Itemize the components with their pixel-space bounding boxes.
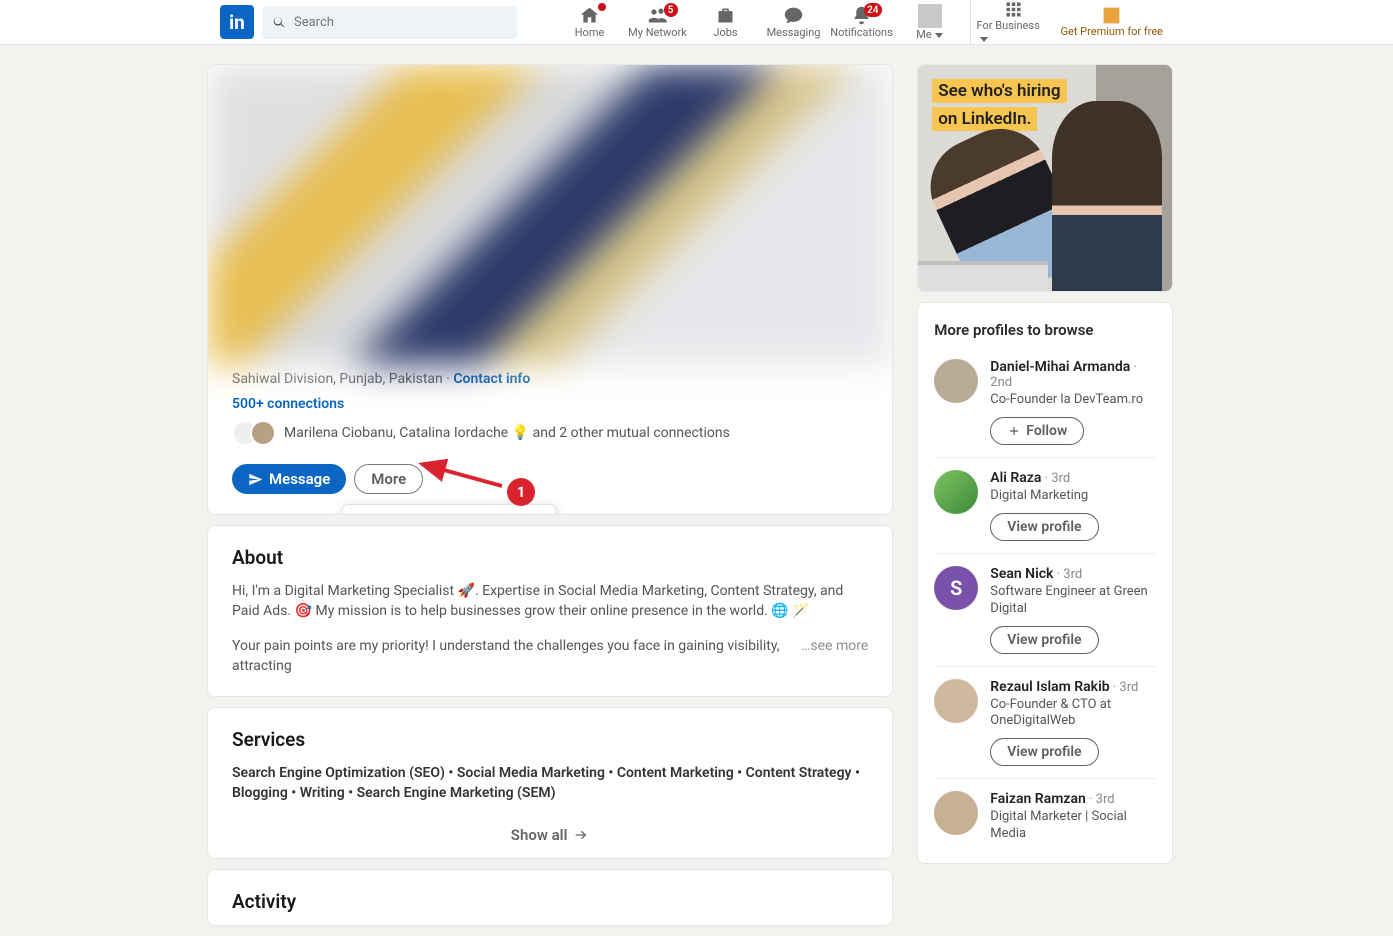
avatar[interactable] — [934, 679, 978, 723]
nav-notifications[interactable]: 24 Notifications — [828, 0, 896, 44]
section-title: Activity — [232, 890, 868, 913]
nav-network[interactable]: 5 My Network — [624, 0, 692, 44]
send-icon — [248, 472, 263, 487]
grid-icon — [1003, 0, 1024, 20]
mutual-avatars — [232, 420, 276, 446]
nav-label: Jobs — [713, 26, 737, 39]
home-icon — [579, 5, 600, 26]
search-box[interactable] — [262, 6, 517, 39]
profile-degree: · 3rd — [1089, 792, 1115, 807]
profile-headline: Digital Marketer | Social Media — [990, 809, 1156, 843]
profile-suggestion: Daniel-Mihai Armanda · 2nd Co-Founder la… — [934, 347, 1156, 458]
sidebar-ad[interactable]: See who's hiring on LinkedIn. — [917, 64, 1173, 292]
nav-label: For Business — [977, 19, 1051, 45]
premium-icon — [1101, 5, 1122, 26]
premium-link[interactable]: Get Premium for free — [1061, 25, 1163, 39]
nav-jobs[interactable]: Jobs — [692, 0, 760, 44]
connections-link[interactable]: 500+ connections — [232, 396, 344, 412]
notifications-badge: 24 — [864, 3, 881, 17]
mutual-connections[interactable]: Marilena Ciobanu, Catalina Iordache 💡 an… — [232, 420, 868, 446]
profile-name[interactable]: Ali Raza — [990, 470, 1041, 486]
profile-headline: Software Engineer at Green Digital — [990, 584, 1156, 618]
more-send-profile[interactable]: Send profile in a message — [343, 511, 555, 515]
nav-messaging[interactable]: Messaging — [760, 0, 828, 44]
profile-headline: Co-Founder & CTO at OneDigitalWeb — [990, 697, 1156, 731]
annotation-arrow-1 — [412, 446, 512, 496]
search-icon — [272, 15, 286, 29]
more-profiles-card: More profiles to browse Daniel-Mihai Arm… — [917, 302, 1173, 864]
profile-name[interactable]: Daniel-Mihai Armanda — [990, 359, 1130, 375]
linkedin-logo[interactable]: in — [220, 5, 254, 39]
profile-name[interactable]: Sean Nick — [990, 566, 1053, 582]
profile-suggestion: Faizan Ramzan · 3rd Digital Marketer | S… — [934, 779, 1156, 855]
about-text-2: Your pain points are my priority! I unde… — [232, 636, 868, 677]
profile-headline: Digital Marketing — [990, 488, 1098, 505]
avatar[interactable] — [934, 359, 978, 403]
ad-line-1: See who's hiring — [932, 79, 1066, 103]
primary-nav: Home 5 My Network Jobs Messaging 24 Noti… — [556, 0, 1173, 44]
profile-degree: · 3rd — [1045, 471, 1071, 486]
show-all-services[interactable]: Show all — [208, 812, 892, 858]
me-avatar-icon — [918, 4, 942, 28]
nav-label: Messaging — [767, 26, 821, 39]
avatar — [250, 420, 276, 446]
profile-headline: Co-Founder la DevTeam.ro — [990, 392, 1156, 409]
profile-suggestion: Ali Raza · 3rd Digital Marketing View pr… — [934, 458, 1156, 554]
profile-degree: · 3rd — [1113, 680, 1139, 695]
arrow-right-icon — [573, 827, 589, 843]
briefcase-icon — [715, 5, 736, 26]
activity-card: Activity — [207, 869, 893, 926]
follow-button[interactable]: Follow — [990, 417, 1084, 445]
network-badge: 5 — [664, 3, 678, 17]
services-card: Services Search Engine Optimization (SEO… — [207, 707, 893, 859]
mutual-text: Marilena Ciobanu, Catalina Iordache 💡 an… — [284, 425, 730, 441]
nav-label: Home — [575, 26, 605, 39]
see-more-link[interactable]: …see more — [801, 636, 868, 677]
nav-me[interactable]: Me — [896, 0, 964, 44]
profile-actions: Message More 1 Send profile in a message — [232, 464, 868, 494]
search-input[interactable] — [294, 15, 507, 30]
ad-figure — [1052, 101, 1162, 291]
profile-name[interactable]: Rezaul Islam Rakib — [990, 679, 1109, 695]
annotation-step-1: 1 — [507, 478, 535, 506]
view-profile-button[interactable]: View profile — [990, 513, 1098, 541]
nav-label: My Network — [628, 26, 687, 39]
section-title: About — [232, 546, 868, 569]
ad-laptop — [918, 261, 1048, 291]
avatar[interactable] — [934, 791, 978, 835]
profile-suggestion: Rezaul Islam Rakib · 3rd Co-Founder & CT… — [934, 667, 1156, 780]
chat-icon — [783, 5, 804, 26]
services-text: Search Engine Optimization (SEO) • Socia… — [232, 763, 868, 804]
avatar[interactable]: S — [934, 566, 978, 610]
view-profile-button[interactable]: View profile — [990, 626, 1098, 654]
nav-premium[interactable]: Get Premium for free — [1051, 0, 1173, 44]
chevron-down-icon — [935, 33, 943, 38]
cover-photo — [208, 65, 892, 365]
nav-home[interactable]: Home — [556, 0, 624, 44]
profile-card: Sahiwal Division, Punjab, Pakistan · Con… — [207, 64, 893, 515]
message-button[interactable]: Message — [232, 464, 346, 494]
profile-degree: · 3rd — [1057, 567, 1083, 582]
nav-business[interactable]: For Business — [977, 0, 1051, 44]
profile-suggestion: S Sean Nick · 3rd Software Engineer at G… — [934, 554, 1156, 667]
view-profile-button[interactable]: View profile — [990, 738, 1098, 766]
chevron-down-icon — [980, 37, 988, 42]
nav-divider — [970, 0, 971, 44]
plus-icon — [1007, 424, 1021, 438]
contact-info-link[interactable]: Contact info — [453, 371, 530, 387]
nav-label: Notifications — [830, 26, 893, 39]
home-badge — [598, 3, 606, 11]
nav-label: Me — [916, 28, 942, 41]
about-card: About Hi, I'm a Digital Marketing Specia… — [207, 525, 893, 697]
global-header: in Home 5 My Network Jobs Messaging 24 N… — [0, 0, 1393, 45]
profile-name[interactable]: Faizan Ramzan — [990, 791, 1086, 807]
section-title: Services — [232, 728, 868, 751]
about-text: Hi, I'm a Digital Marketing Specialist 🚀… — [232, 581, 868, 622]
ad-line-2: on LinkedIn. — [932, 107, 1037, 131]
location-line: Sahiwal Division, Punjab, Pakistan · Con… — [232, 371, 868, 387]
avatar[interactable] — [934, 470, 978, 514]
sidebar-section-title: More profiles to browse — [918, 303, 1172, 347]
